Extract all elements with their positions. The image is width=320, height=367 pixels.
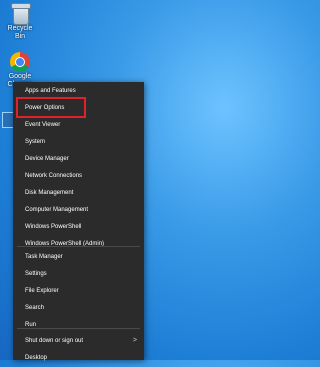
menu-separator	[17, 246, 140, 247]
menu-item-disk-management[interactable]: Disk Management	[13, 184, 144, 202]
menu-item-network-connections[interactable]: Network Connections	[13, 167, 144, 185]
menu-item-label: Shut down or sign out	[25, 338, 84, 344]
menu-item-task-manager[interactable]: Task Manager	[13, 248, 144, 266]
chrome-icon	[10, 52, 30, 72]
menu-item-shut-down-or-sign-out[interactable]: Shut down or sign out >	[13, 332, 144, 350]
menu-item-search[interactable]: Search	[13, 299, 144, 317]
menu-separator	[17, 328, 140, 329]
recycle-bin-shortcut[interactable]: Recycle Bin	[2, 2, 38, 41]
annotation-highlight-box	[16, 97, 86, 118]
menu-item-device-manager[interactable]: Device Manager	[13, 150, 144, 168]
menu-item-desktop[interactable]: Desktop	[13, 349, 144, 367]
recycle-bin-label: Recycle Bin	[7, 25, 33, 40]
menu-item-settings[interactable]: Settings	[13, 265, 144, 283]
chevron-right-icon: >	[132, 337, 137, 344]
menu-item-windows-powershell[interactable]: Windows PowerShell	[13, 218, 144, 236]
menu-item-file-explorer[interactable]: File Explorer	[13, 282, 144, 300]
recycle-bin-icon	[10, 2, 31, 25]
menu-item-event-viewer[interactable]: Event Viewer	[13, 116, 144, 134]
menu-item-computer-management[interactable]: Computer Management	[13, 201, 144, 219]
winx-context-menu: Apps and Features Power Options Event Vi…	[13, 82, 144, 361]
menu-item-system[interactable]: System	[13, 133, 144, 151]
